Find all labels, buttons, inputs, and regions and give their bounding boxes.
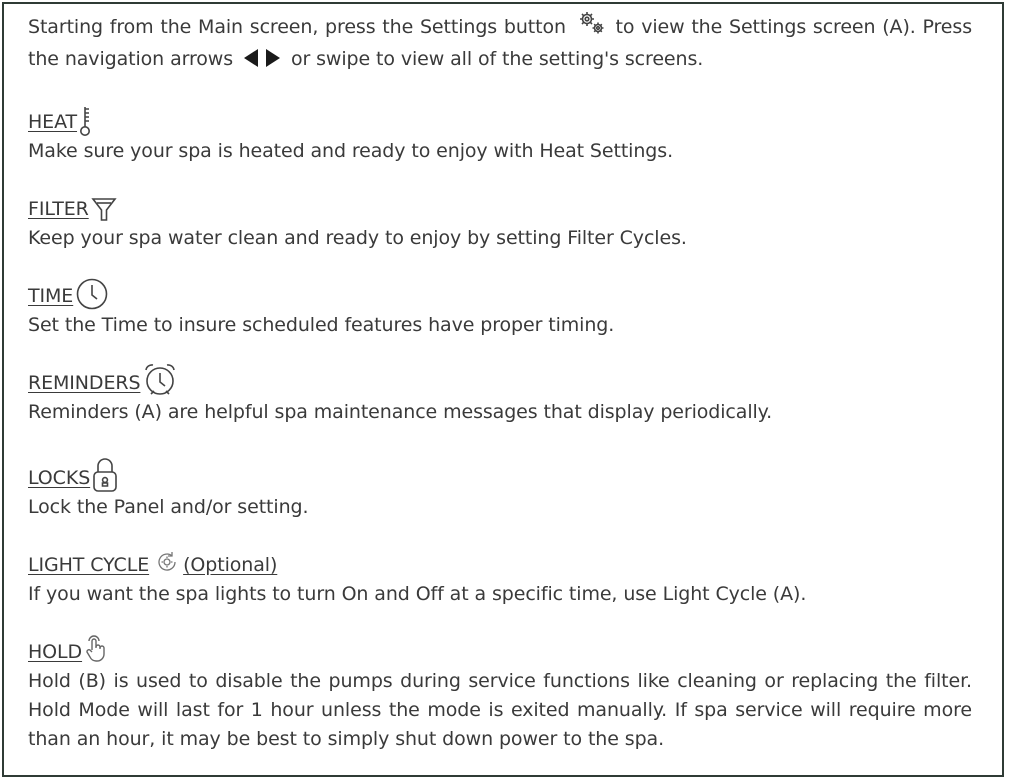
hand-icon [84, 635, 108, 663]
filter-heading: FILTER [28, 166, 972, 224]
intro-paragraph: Starting from the Main screen, press the… [28, 10, 972, 77]
heat-title: HEAT [28, 111, 78, 133]
navigation-arrows-icon [242, 48, 282, 77]
light-cycle-description: If you want the spa lights to turn On an… [28, 583, 807, 605]
light-cycle-heading: LIGHT CYCLE (Optional) [28, 522, 972, 580]
settings-document: Starting from the Main screen, press the… [28, 10, 972, 754]
intro-text-3: or swipe to view all of the setting's sc… [290, 48, 704, 70]
padlock-icon [92, 457, 118, 493]
hold-title: HOLD [28, 641, 83, 663]
section-heat: HEAT Make sure your spa is heated and re… [28, 89, 972, 166]
light-cycle-title: LIGHT CYCLE [28, 554, 150, 576]
reminders-heading: REMINDERS [28, 340, 972, 398]
section-light-cycle: LIGHT CYCLE (Optional) If you want the s… [28, 522, 972, 609]
locks-heading: LOCKS [28, 427, 972, 493]
time-title: TIME [28, 285, 74, 307]
locks-title: LOCKS [28, 467, 91, 489]
alarm-clock-icon [142, 362, 178, 398]
hold-description: Hold (B) is used to disable the pumps du… [28, 670, 972, 750]
light-cycle-icon [155, 550, 179, 574]
section-time: TIME Set the Time to insure scheduled fe… [28, 253, 972, 340]
intro-text-1: Starting from the Main screen, press the… [28, 16, 566, 38]
hold-heading: HOLD [28, 609, 972, 667]
locks-description: Lock the Panel and/or setting. [28, 496, 309, 518]
filter-title: FILTER [28, 198, 89, 220]
heat-heading: HEAT [28, 89, 972, 137]
light-cycle-optional: (Optional) [183, 554, 278, 576]
reminders-title: REMINDERS [28, 372, 141, 394]
section-filter: FILTER Keep your spa water clean and rea… [28, 166, 972, 253]
heat-description: Make sure your spa is heated and ready t… [28, 140, 674, 162]
filter-description: Keep your spa water clean and ready to e… [28, 227, 687, 249]
section-hold: HOLD Hold (B) is used to disable the pum… [28, 609, 972, 754]
funnel-icon [91, 196, 117, 224]
time-description: Set the Time to insure scheduled feature… [28, 314, 615, 336]
section-locks: LOCKS Lock the Panel and/or setting. [28, 427, 972, 522]
gear-icon [576, 10, 606, 45]
time-heading: TIME [28, 253, 972, 311]
reminders-description: Reminders (A) are helpful spa maintenanc… [28, 401, 773, 423]
clock-icon [75, 277, 109, 311]
section-reminders: REMINDERS Reminders (A) are helpful spa … [28, 340, 972, 427]
thermometer-icon [79, 105, 95, 137]
